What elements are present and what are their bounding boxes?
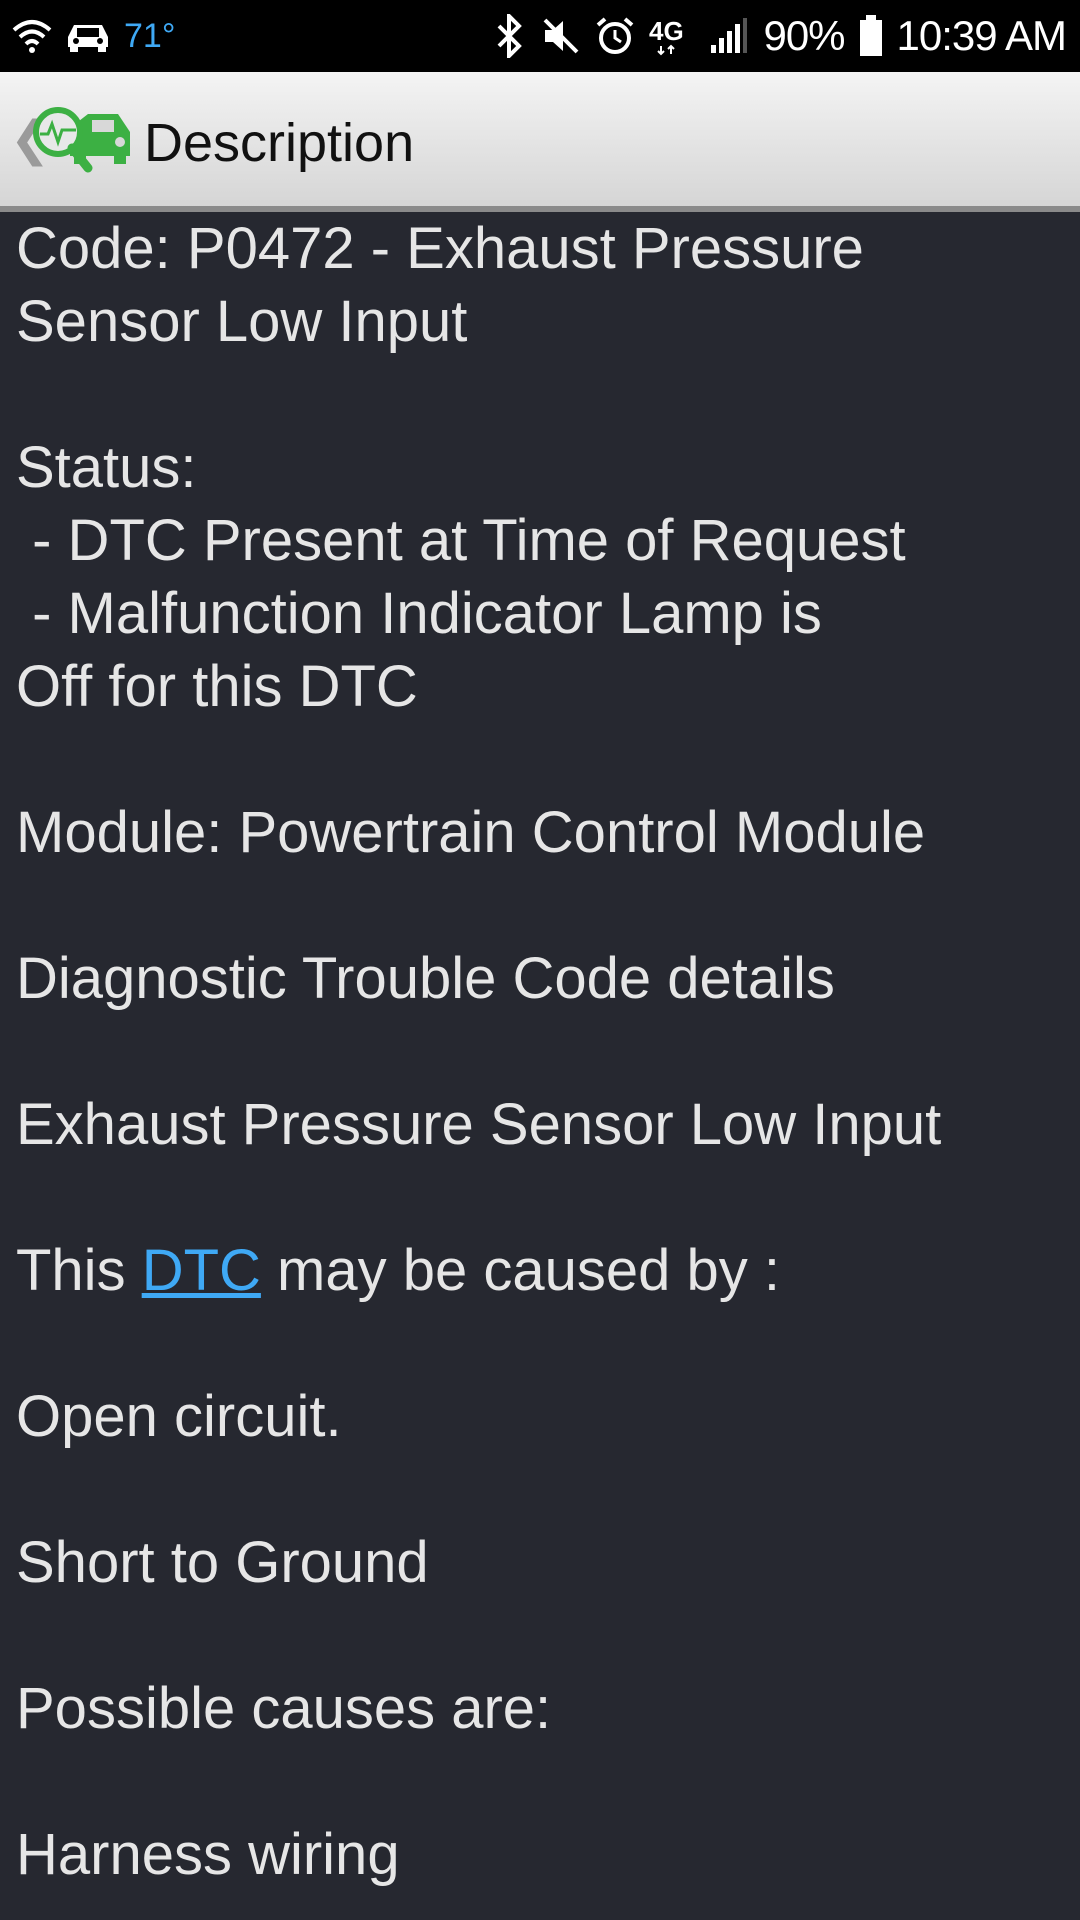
code-line-1: Code: P0472 - Exhaust Pressure xyxy=(16,216,864,281)
temperature-text: 71° xyxy=(124,16,176,55)
status-item-1: - DTC Present at Time of Request xyxy=(16,508,906,573)
code-line-2: Sensor Low Input xyxy=(16,289,468,354)
network-4g-icon: 4G xyxy=(649,16,695,56)
bluetooth-icon xyxy=(493,14,527,58)
svg-text:4G: 4G xyxy=(649,16,684,46)
alarm-icon xyxy=(595,16,635,56)
battery-percent: 90% xyxy=(763,12,845,59)
status-bar: 71° 4G 90% 10:39 AM xyxy=(0,0,1080,72)
status-item-2-line-1: - Malfunction Indicator Lamp is xyxy=(16,581,822,646)
module-text: Module: Powertrain Control Module xyxy=(16,800,926,865)
dtc-link[interactable]: DTC xyxy=(142,1238,261,1303)
clock-time: 10:39 AM xyxy=(896,12,1067,59)
page-title: Description xyxy=(144,113,415,173)
battery-icon xyxy=(859,15,883,57)
cause-item-1: Open circuit. xyxy=(16,1384,342,1449)
dtc-description: Code: P0472 - Exhaust Pressure Sensor Low… xyxy=(16,212,1066,1891)
status-bar-left: 71° xyxy=(12,0,175,72)
status-label: Status: xyxy=(16,435,197,500)
possible-cause-1: Harness wiring xyxy=(16,1822,400,1887)
wifi-icon xyxy=(12,18,52,54)
possible-causes-heading: Possible causes are: xyxy=(16,1676,552,1741)
status-bar-right: 4G 90% 10:39 AM xyxy=(493,0,1067,72)
details-heading: Diagnostic Trouble Code details xyxy=(16,946,835,1011)
mute-icon xyxy=(541,16,581,56)
status-paragraph: Status: - DTC Present at Time of Request… xyxy=(16,431,1066,723)
code-paragraph: Code: P0472 - Exhaust Pressure Sensor Low… xyxy=(16,212,1066,358)
cause-intro: This DTC may be caused by : xyxy=(16,1234,1066,1307)
signal-icon xyxy=(709,17,749,55)
details-title: Exhaust Pressure Sensor Low Input xyxy=(16,1092,942,1157)
action-bar: ❮ Description xyxy=(0,72,1080,212)
car-icon xyxy=(66,19,110,53)
cause-item-2: Short to Ground xyxy=(16,1530,429,1595)
cause-prefix: This xyxy=(16,1238,142,1303)
cause-suffix: may be caused by : xyxy=(260,1238,780,1303)
car-diagnostic-logo-icon[interactable] xyxy=(30,102,134,178)
status-item-2-line-2: Off for this DTC xyxy=(16,654,418,719)
